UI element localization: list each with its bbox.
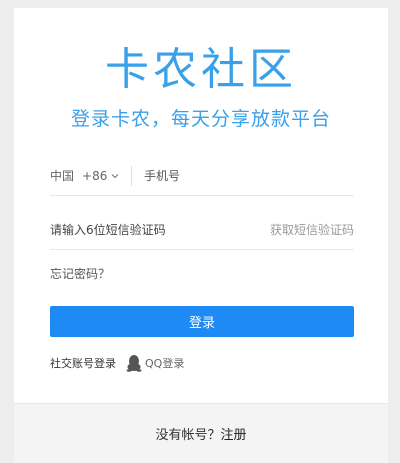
footer: 没有帐号？ 注册: [14, 403, 388, 463]
no-account-prompt: 没有帐号？: [155, 428, 221, 443]
login-button[interactable]: 登录: [50, 306, 354, 337]
site-logo: 卡农社区: [105, 44, 297, 95]
register-link[interactable]: 注册: [221, 424, 247, 443]
country-name: 中国: [50, 169, 75, 183]
sms-code-row: 获取短信验证码: [50, 210, 354, 250]
social-login: 社交账号登录 QQ登录: [50, 354, 184, 372]
social-login-label: 社交账号登录: [50, 357, 116, 370]
login-card: 卡农社区 登录卡农，每天分享放款平台 中国 +86 获取短信验证码 忘记密码？ …: [14, 8, 388, 463]
chevron-down-icon: [111, 173, 119, 178]
phone-input[interactable]: [144, 168, 334, 183]
country-code-select[interactable]: 中国 +86: [50, 165, 132, 186]
qq-login-button[interactable]: QQ登录: [126, 354, 184, 372]
get-sms-code-link[interactable]: 获取短信验证码: [270, 221, 354, 238]
forgot-password-link[interactable]: 忘记密码？: [50, 265, 110, 282]
phone-row: 中国 +86: [50, 156, 354, 196]
country-code: +86: [82, 168, 108, 183]
qq-login-label: QQ登录: [145, 357, 185, 370]
slogan: 登录卡农，每天分享放款平台: [70, 108, 331, 130]
sms-code-input[interactable]: [50, 222, 230, 237]
qq-penguin-icon: [126, 355, 142, 372]
